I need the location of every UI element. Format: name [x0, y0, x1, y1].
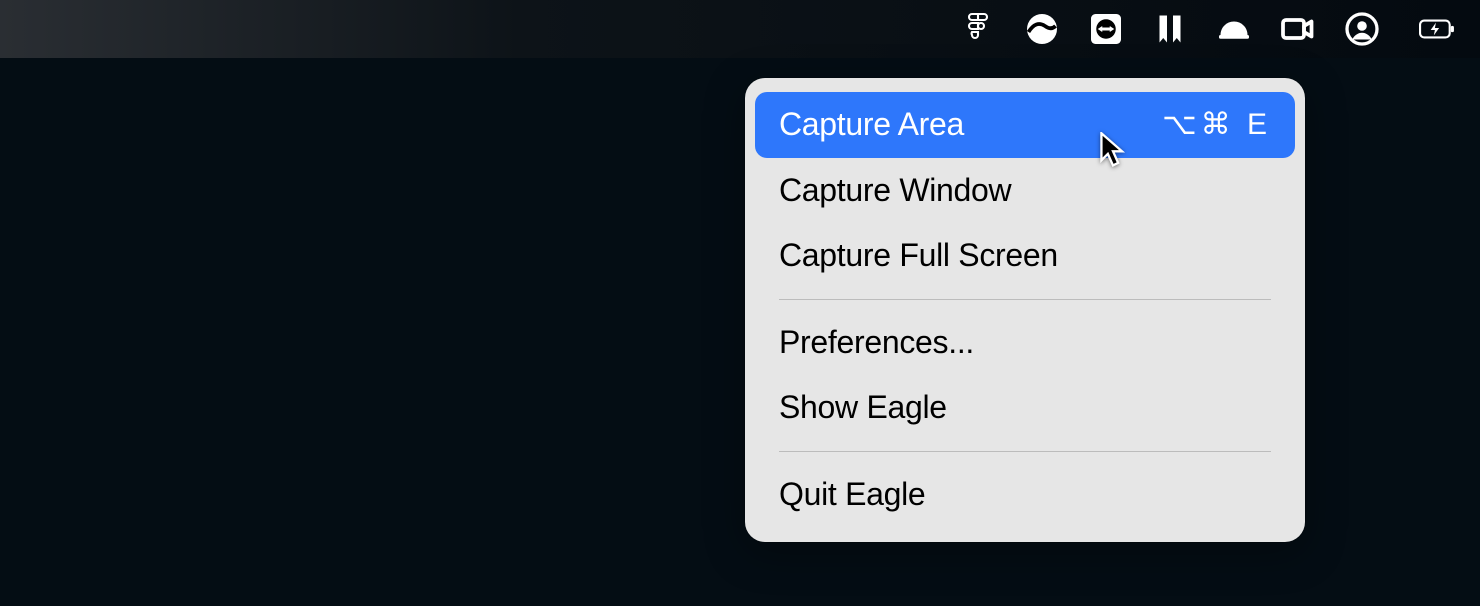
menu-item-label: Capture Full Screen — [779, 235, 1058, 277]
menu-item-capture-window[interactable]: Capture Window — [755, 158, 1295, 224]
browser-icon[interactable] — [1010, 0, 1074, 58]
menubar — [0, 0, 1480, 58]
teamviewer-icon[interactable] — [1074, 0, 1138, 58]
menu-item-label: Capture Area — [779, 104, 964, 146]
menu-separator — [779, 451, 1271, 452]
dropdown-menu: Capture Area ⌥⌘ E Capture Window Capture… — [745, 78, 1305, 542]
menu-item-label: Preferences... — [779, 322, 974, 364]
menu-item-preferences[interactable]: Preferences... — [755, 310, 1295, 376]
battery-icon[interactable] — [1394, 0, 1480, 58]
menu-item-label: Capture Window — [779, 170, 1011, 212]
menu-item-show-eagle[interactable]: Show Eagle — [755, 375, 1295, 441]
figma-icon[interactable] — [946, 0, 1010, 58]
hardhat-icon[interactable] — [1202, 0, 1266, 58]
menu-item-capture-area[interactable]: Capture Area ⌥⌘ E — [755, 92, 1295, 158]
user-icon[interactable] — [1330, 0, 1394, 58]
menu-item-capture-full-screen[interactable]: Capture Full Screen — [755, 223, 1295, 289]
menu-item-quit-eagle[interactable]: Quit Eagle — [755, 462, 1295, 528]
bookmark-icon[interactable] — [1138, 0, 1202, 58]
menu-item-label: Show Eagle — [779, 387, 947, 429]
menu-item-shortcut: ⌥⌘ E — [1162, 105, 1271, 144]
menu-separator — [779, 299, 1271, 300]
camera-icon[interactable] — [1266, 0, 1330, 58]
menu-item-label: Quit Eagle — [779, 474, 925, 516]
